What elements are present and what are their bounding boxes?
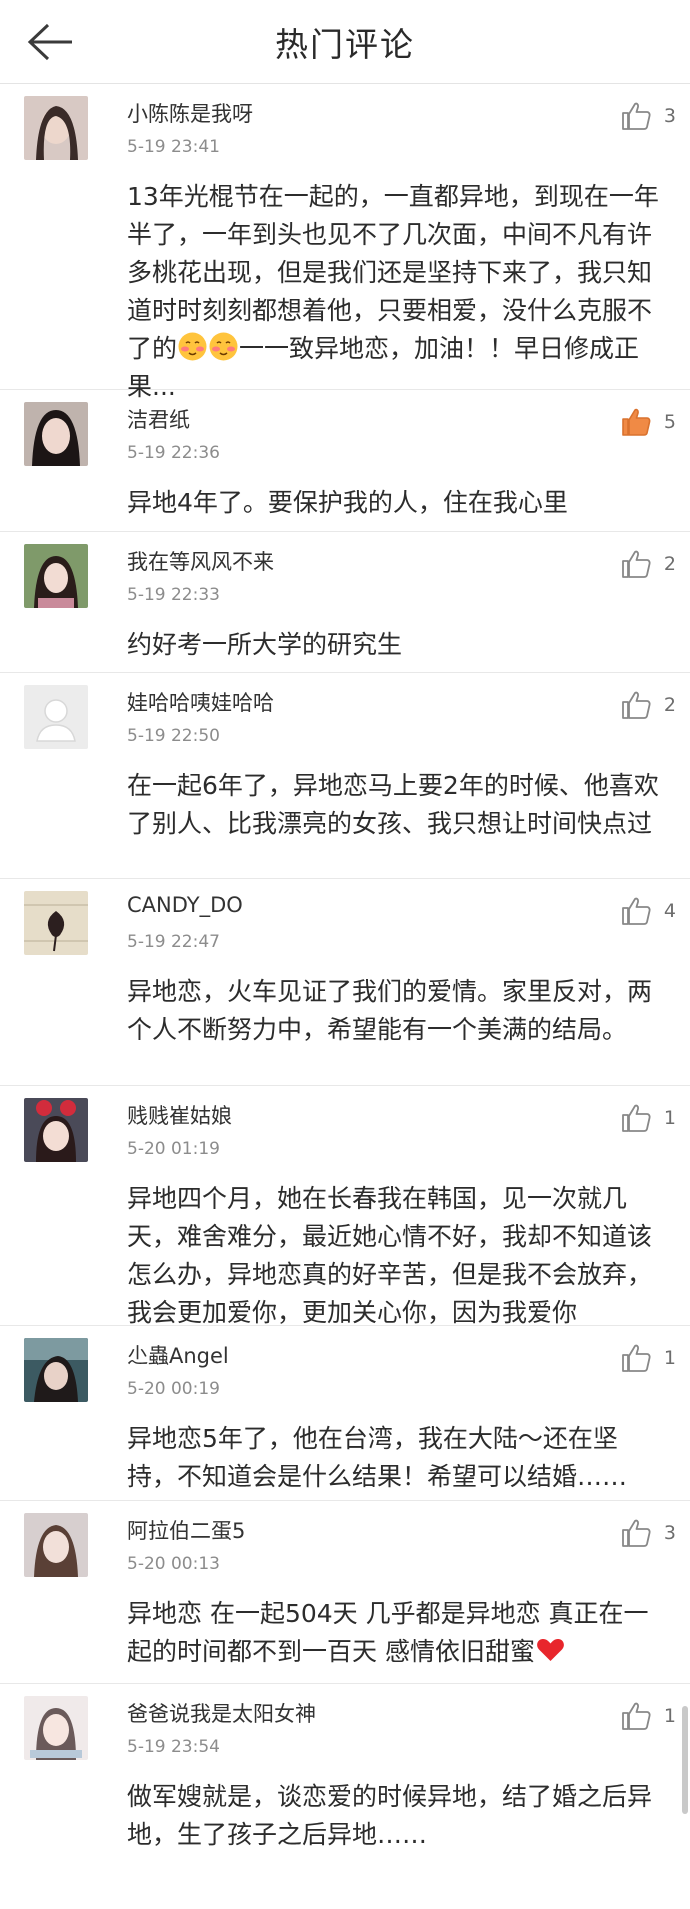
comment-timestamp: 5-19 23:41 (127, 137, 220, 157)
comment-item: 尐蟲Angel 5-20 00:19 1 异地恋5年了，他在台湾，我在大陆～还在… (0, 1326, 690, 1501)
thumbs-up-icon (622, 1344, 651, 1372)
avatar[interactable] (24, 1696, 88, 1760)
blush-emoji-icon (209, 332, 238, 361)
comment-item: 我在等风风不来 5-19 22:33 2 约好考一所大学的研究生 (0, 532, 690, 673)
like-count: 1 (663, 1107, 676, 1129)
thumbs-up-icon (622, 102, 651, 130)
comment-item: 贱贱崔姑娘 5-20 01:19 1 异地四个月，她在长春我在韩国，见一次就几天… (0, 1086, 690, 1327)
like-button[interactable]: 3 (620, 98, 676, 134)
like-button[interactable]: 2 (620, 687, 676, 723)
avatar[interactable] (24, 544, 88, 608)
comment-username[interactable]: 娃哈哈咦娃哈哈 (127, 687, 274, 717)
top-bar: 热门评论 (0, 0, 690, 84)
like-button[interactable]: 2 (620, 546, 676, 582)
like-count: 1 (663, 1347, 676, 1369)
comment-timestamp: 5-19 23:54 (127, 1737, 220, 1757)
thumbs-up-icon (622, 691, 651, 719)
comment-timestamp: 5-20 01:19 (127, 1139, 220, 1159)
comment-username[interactable]: 爸爸说我是太阳女神 (127, 1698, 316, 1728)
comment-username[interactable]: 贱贱崔姑娘 (127, 1100, 232, 1130)
like-button[interactable]: 1 (620, 1698, 676, 1734)
comment-text: 13年光棍节在一起的，一直都异地，到现在一年半了，一年到头也见不了几次面，中间不… (127, 178, 667, 406)
like-button[interactable]: 4 (620, 893, 676, 929)
comment-username[interactable]: CANDY_DO (127, 893, 243, 917)
comment-text: 异地4年了。要保护我的人，住在我心里 (127, 488, 568, 517)
comment-text: 约好考一所大学的研究生 (127, 630, 403, 659)
comment-item: 洁君纸 5-19 22:36 5 异地4年了。要保护我的人，住在我心里 (0, 390, 690, 532)
avatar[interactable] (24, 685, 88, 749)
comment-item: 小陈陈是我呀 5-19 23:41 3 13年光棍节在一起的，一直都异地，到现在… (0, 84, 690, 401)
blush-emoji-icon (178, 332, 207, 361)
comment-text: 异地恋，火车见证了我们的爱情。家里反对，两个人不断努力中，希望能有一个美满的结局… (127, 977, 653, 1044)
heart-emoji-icon (537, 1638, 564, 1661)
thumbs-up-icon (622, 408, 651, 436)
like-count: 5 (663, 411, 676, 433)
comment-item: 阿拉伯二蛋5 5-20 00:13 3 异地恋 在一起504天 几乎都是异地恋 … (0, 1501, 690, 1684)
avatar[interactable] (24, 402, 88, 466)
comment-text: 异地四个月，她在长春我在韩国，见一次就几天，难舍难分，最近她心情不好，我却不知道… (127, 1184, 653, 1327)
avatar[interactable] (24, 891, 88, 955)
like-button[interactable]: 1 (620, 1100, 676, 1136)
avatar[interactable] (24, 1098, 88, 1162)
like-count: 3 (663, 1522, 676, 1544)
thumbs-up-icon (622, 550, 651, 578)
avatar[interactable] (24, 1513, 88, 1577)
thumbs-up-icon (622, 1104, 651, 1132)
comment-text: 在一起6年了，异地恋马上要2年的时候、他喜欢了别人、比我漂亮的女孩、我只想让时间… (127, 771, 659, 838)
comment-text-part: 异地恋 在一起504天 几乎都是异地恋 真正在一起的时间都不到一百天 感情依旧甜… (127, 1599, 649, 1666)
comment-timestamp: 5-19 22:33 (127, 585, 220, 605)
page-title: 热门评论 (275, 25, 415, 64)
thumbs-up-icon (622, 1519, 651, 1547)
like-count: 4 (663, 900, 676, 922)
comment-text: 异地恋 在一起504天 几乎都是异地恋 真正在一起的时间都不到一百天 感情依旧甜… (127, 1595, 667, 1671)
like-button[interactable]: 5 (620, 404, 676, 440)
like-button[interactable]: 1 (620, 1340, 676, 1376)
comment-timestamp: 5-20 00:13 (127, 1554, 220, 1574)
avatar[interactable] (24, 96, 88, 160)
comment-item: CANDY_DO 5-19 22:47 4 异地恋，火车见证了我们的爱情。家里反… (0, 879, 690, 1086)
comment-timestamp: 5-19 22:47 (127, 932, 220, 952)
comment-timestamp: 5-19 22:36 (127, 443, 220, 463)
comment-item: 爸爸说我是太阳女神 5-19 23:54 1 做军嫂就是，谈恋爱的时候异地，结了… (0, 1684, 690, 1909)
like-count: 2 (663, 694, 676, 716)
like-count: 3 (663, 105, 676, 127)
scrollbar[interactable] (682, 1706, 688, 1814)
thumbs-up-icon (622, 897, 651, 925)
comment-username[interactable]: 小陈陈是我呀 (127, 98, 253, 128)
like-count: 1 (663, 1705, 676, 1727)
like-button[interactable]: 3 (620, 1515, 676, 1551)
comment-text: 异地恋5年了，他在台湾，我在大陆～还在坚持，不知道会是什么结果！希望可以结婚…… (127, 1424, 628, 1491)
comment-item: 娃哈哈咦娃哈哈 5-19 22:50 2 在一起6年了，异地恋马上要2年的时候、… (0, 673, 690, 879)
comment-username[interactable]: 尐蟲Angel (127, 1340, 229, 1370)
comment-timestamp: 5-19 22:50 (127, 726, 220, 746)
comment-timestamp: 5-20 00:19 (127, 1379, 220, 1399)
avatar[interactable] (24, 1338, 88, 1402)
comment-username[interactable]: 阿拉伯二蛋5 (127, 1515, 245, 1545)
comment-text: 做军嫂就是，谈恋爱的时候异地，结了婚之后异地，生了孩子之后异地…… (127, 1782, 653, 1849)
like-count: 2 (663, 553, 676, 575)
comment-username[interactable]: 洁君纸 (127, 404, 190, 434)
comment-username[interactable]: 我在等风风不来 (127, 546, 274, 576)
thumbs-up-icon (622, 1702, 651, 1730)
